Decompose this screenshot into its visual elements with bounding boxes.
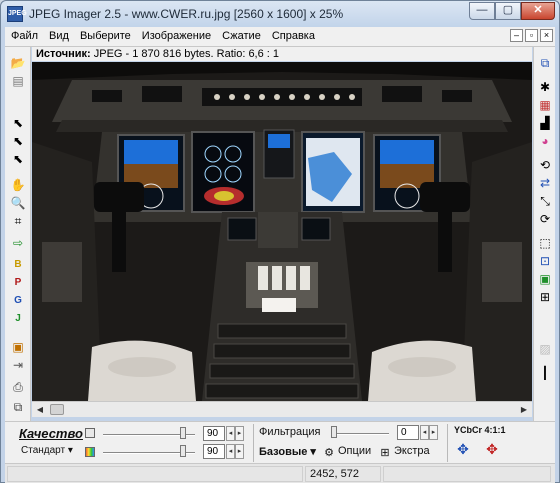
horizontal-scrollbar[interactable]: ◀ ▶ (32, 401, 532, 417)
vertical-slider-icon[interactable]: ┃ (537, 365, 553, 381)
status-bar: 2452, 572 (5, 463, 555, 483)
filter-spin-down[interactable]: ◂ (420, 425, 429, 440)
color-wheel-icon[interactable]: ◕ (537, 133, 553, 149)
chroma-spin-up[interactable]: ▸ (235, 444, 244, 459)
menu-minimize-icon[interactable]: – (510, 29, 523, 42)
status-coordinates: 2452, 572 (305, 466, 381, 482)
quality-preset-dropdown[interactable]: Стандарт ▾ (21, 445, 73, 456)
resize-icon[interactable]: ⤡ (537, 193, 553, 209)
filter-label: Фильтрация (259, 426, 321, 438)
hand-pan-icon[interactable]: ✋ (10, 177, 26, 193)
status-zoom-cell (7, 466, 303, 482)
chroma-slider-thumb[interactable] (180, 445, 187, 457)
menu-close-icon[interactable]: × (540, 29, 553, 42)
select-arrow-icon[interactable]: ⬉ (10, 115, 26, 131)
import-icon[interactable]: ⇥ (10, 357, 26, 373)
select-plus-icon[interactable]: ⬉ (10, 133, 26, 149)
refresh-icon[interactable]: ⟳ (537, 211, 553, 227)
app-icon: JPEG (7, 6, 27, 22)
panel-divider (253, 424, 254, 462)
chroma-value-input[interactable]: 90 (203, 444, 225, 459)
menu-select[interactable]: Выберите (74, 27, 136, 42)
filter-spin-up[interactable]: ▸ (429, 425, 438, 440)
scroll-left-icon[interactable]: ◀ (34, 404, 46, 416)
source-label: Источник: (36, 48, 91, 60)
cockpit-image (32, 62, 532, 401)
export-icon[interactable]: ⇨ (10, 235, 26, 251)
menu-file[interactable]: Файл (5, 27, 43, 42)
minimize-button[interactable]: — (469, 2, 495, 20)
luma-spin-down[interactable]: ◂ (226, 426, 235, 441)
gear-icon: ⚙ (324, 447, 334, 459)
export-bmp-icon[interactable]: B (10, 257, 26, 273)
filter-slider-thumb[interactable] (331, 426, 337, 438)
menu-compression[interactable]: Сжатие (216, 27, 266, 42)
subsampling-label: YCbCr 4:1:1 (454, 425, 506, 435)
status-extra-cell (383, 466, 551, 482)
basic-mode-dropdown[interactable]: Базовые ▾ (259, 445, 316, 458)
filter-value-input[interactable]: 0 (397, 425, 419, 440)
left-toolbar: 📂 ▤ ⬉ ⬉ ⬉ ✋ 🔍 ⌗ ⇨ B P G J ▣ ⇥ ⎙ ⧉ (5, 47, 31, 421)
export-jpg-icon[interactable]: J (10, 311, 26, 327)
luma-indicator-icon (85, 428, 95, 438)
panel-divider-2 (447, 424, 448, 462)
preview-icon[interactable]: ▣ (537, 271, 553, 287)
filter-slider[interactable] (331, 433, 389, 435)
source-info-bar: Источник: JPEG - 1 870 816 bytes. Ratio:… (32, 47, 532, 61)
open-folder-icon[interactable]: 📂 (10, 55, 26, 71)
flip-icon[interactable]: ⇄ (537, 175, 553, 191)
subsampling-expand-icon[interactable]: ✥ (483, 440, 501, 458)
sharpen-icon[interactable]: ✱ (537, 79, 553, 95)
frame-icon[interactable]: ⬚ (537, 235, 553, 251)
scroll-right-icon[interactable]: ▶ (518, 404, 530, 416)
crop-select-icon[interactable]: ⊡ (537, 253, 553, 269)
rotate-icon[interactable]: ⟲ (537, 157, 553, 173)
app-window: JPEG JPEG Imager 2.5 - www.CWER.ru.jpg [… (0, 0, 560, 483)
window-title: JPEG Imager 2.5 - www.CWER.ru.jpg [2560 … (29, 7, 344, 21)
menu-bar: Файл Вид Выберите Изображение Сжатие Справка … (5, 27, 555, 47)
title-bar[interactable]: JPEG JPEG Imager 2.5 - www.CWER.ru.jpg [… (1, 1, 559, 27)
right-toolbar: ⧉ ✱ ▦ ▟ ◕ ⟲ ⇄ ⤡ ⟳ ⬚ ⊡ ▣ ⊞ ▨ ┃ (533, 47, 555, 421)
crop-icon[interactable]: ⌗ (10, 213, 26, 229)
chroma-indicator-icon (85, 447, 95, 457)
luma-spin-up[interactable]: ▸ (235, 426, 244, 441)
close-button[interactable]: ✕ (521, 2, 555, 20)
extra-grid-icon: ⊞ (380, 447, 390, 459)
histogram-icon[interactable]: ▟ (537, 115, 553, 131)
soft-edge-icon: ▨ (539, 342, 551, 356)
luma-slider-thumb[interactable] (180, 427, 187, 439)
compare-icon[interactable]: ⧉ (537, 55, 553, 71)
select-minus-icon[interactable]: ⬉ (10, 151, 26, 167)
print-icon[interactable]: ⎙ (10, 379, 26, 395)
copy-icon[interactable]: ⧉ (10, 399, 26, 415)
menu-window-controls: – ▫ × (508, 29, 553, 42)
zoom-icon[interactable]: 🔍 (10, 195, 26, 211)
menu-restore-icon[interactable]: ▫ (525, 29, 538, 42)
scroll-thumb[interactable] (50, 404, 64, 415)
save-icon[interactable]: ▤ (10, 73, 26, 89)
paste-icon[interactable]: ▣ (10, 339, 26, 355)
subsampling-shrink-icon[interactable]: ✥ (454, 440, 472, 458)
source-info: JPEG - 1 870 816 bytes. Ratio: 6,6 : 1 (93, 48, 280, 60)
image-viewport[interactable] (32, 62, 532, 401)
menu-view[interactable]: Вид (43, 27, 74, 42)
menu-help[interactable]: Справка (266, 27, 320, 42)
export-png-icon[interactable]: P (10, 275, 26, 291)
chroma-spin-down[interactable]: ◂ (226, 444, 235, 459)
menu-image[interactable]: Изображение (136, 27, 216, 42)
color-grid-icon[interactable]: ▦ (537, 97, 553, 113)
extra-button[interactable]: ⊞ Экстра (379, 445, 429, 459)
quality-title: Качество (19, 426, 83, 441)
compression-panel: Качество Стандарт ▾ 90 ◂ ▸ 90 ◂ ▸ Фильтр… (5, 421, 555, 463)
export-gif-icon[interactable]: G (10, 293, 26, 309)
info-icon[interactable]: ⊞ (537, 289, 553, 305)
maximize-button[interactable]: ▢ (495, 2, 521, 20)
options-button[interactable]: ⚙ Опции (323, 445, 371, 459)
luma-value-input[interactable]: 90 (203, 426, 225, 441)
